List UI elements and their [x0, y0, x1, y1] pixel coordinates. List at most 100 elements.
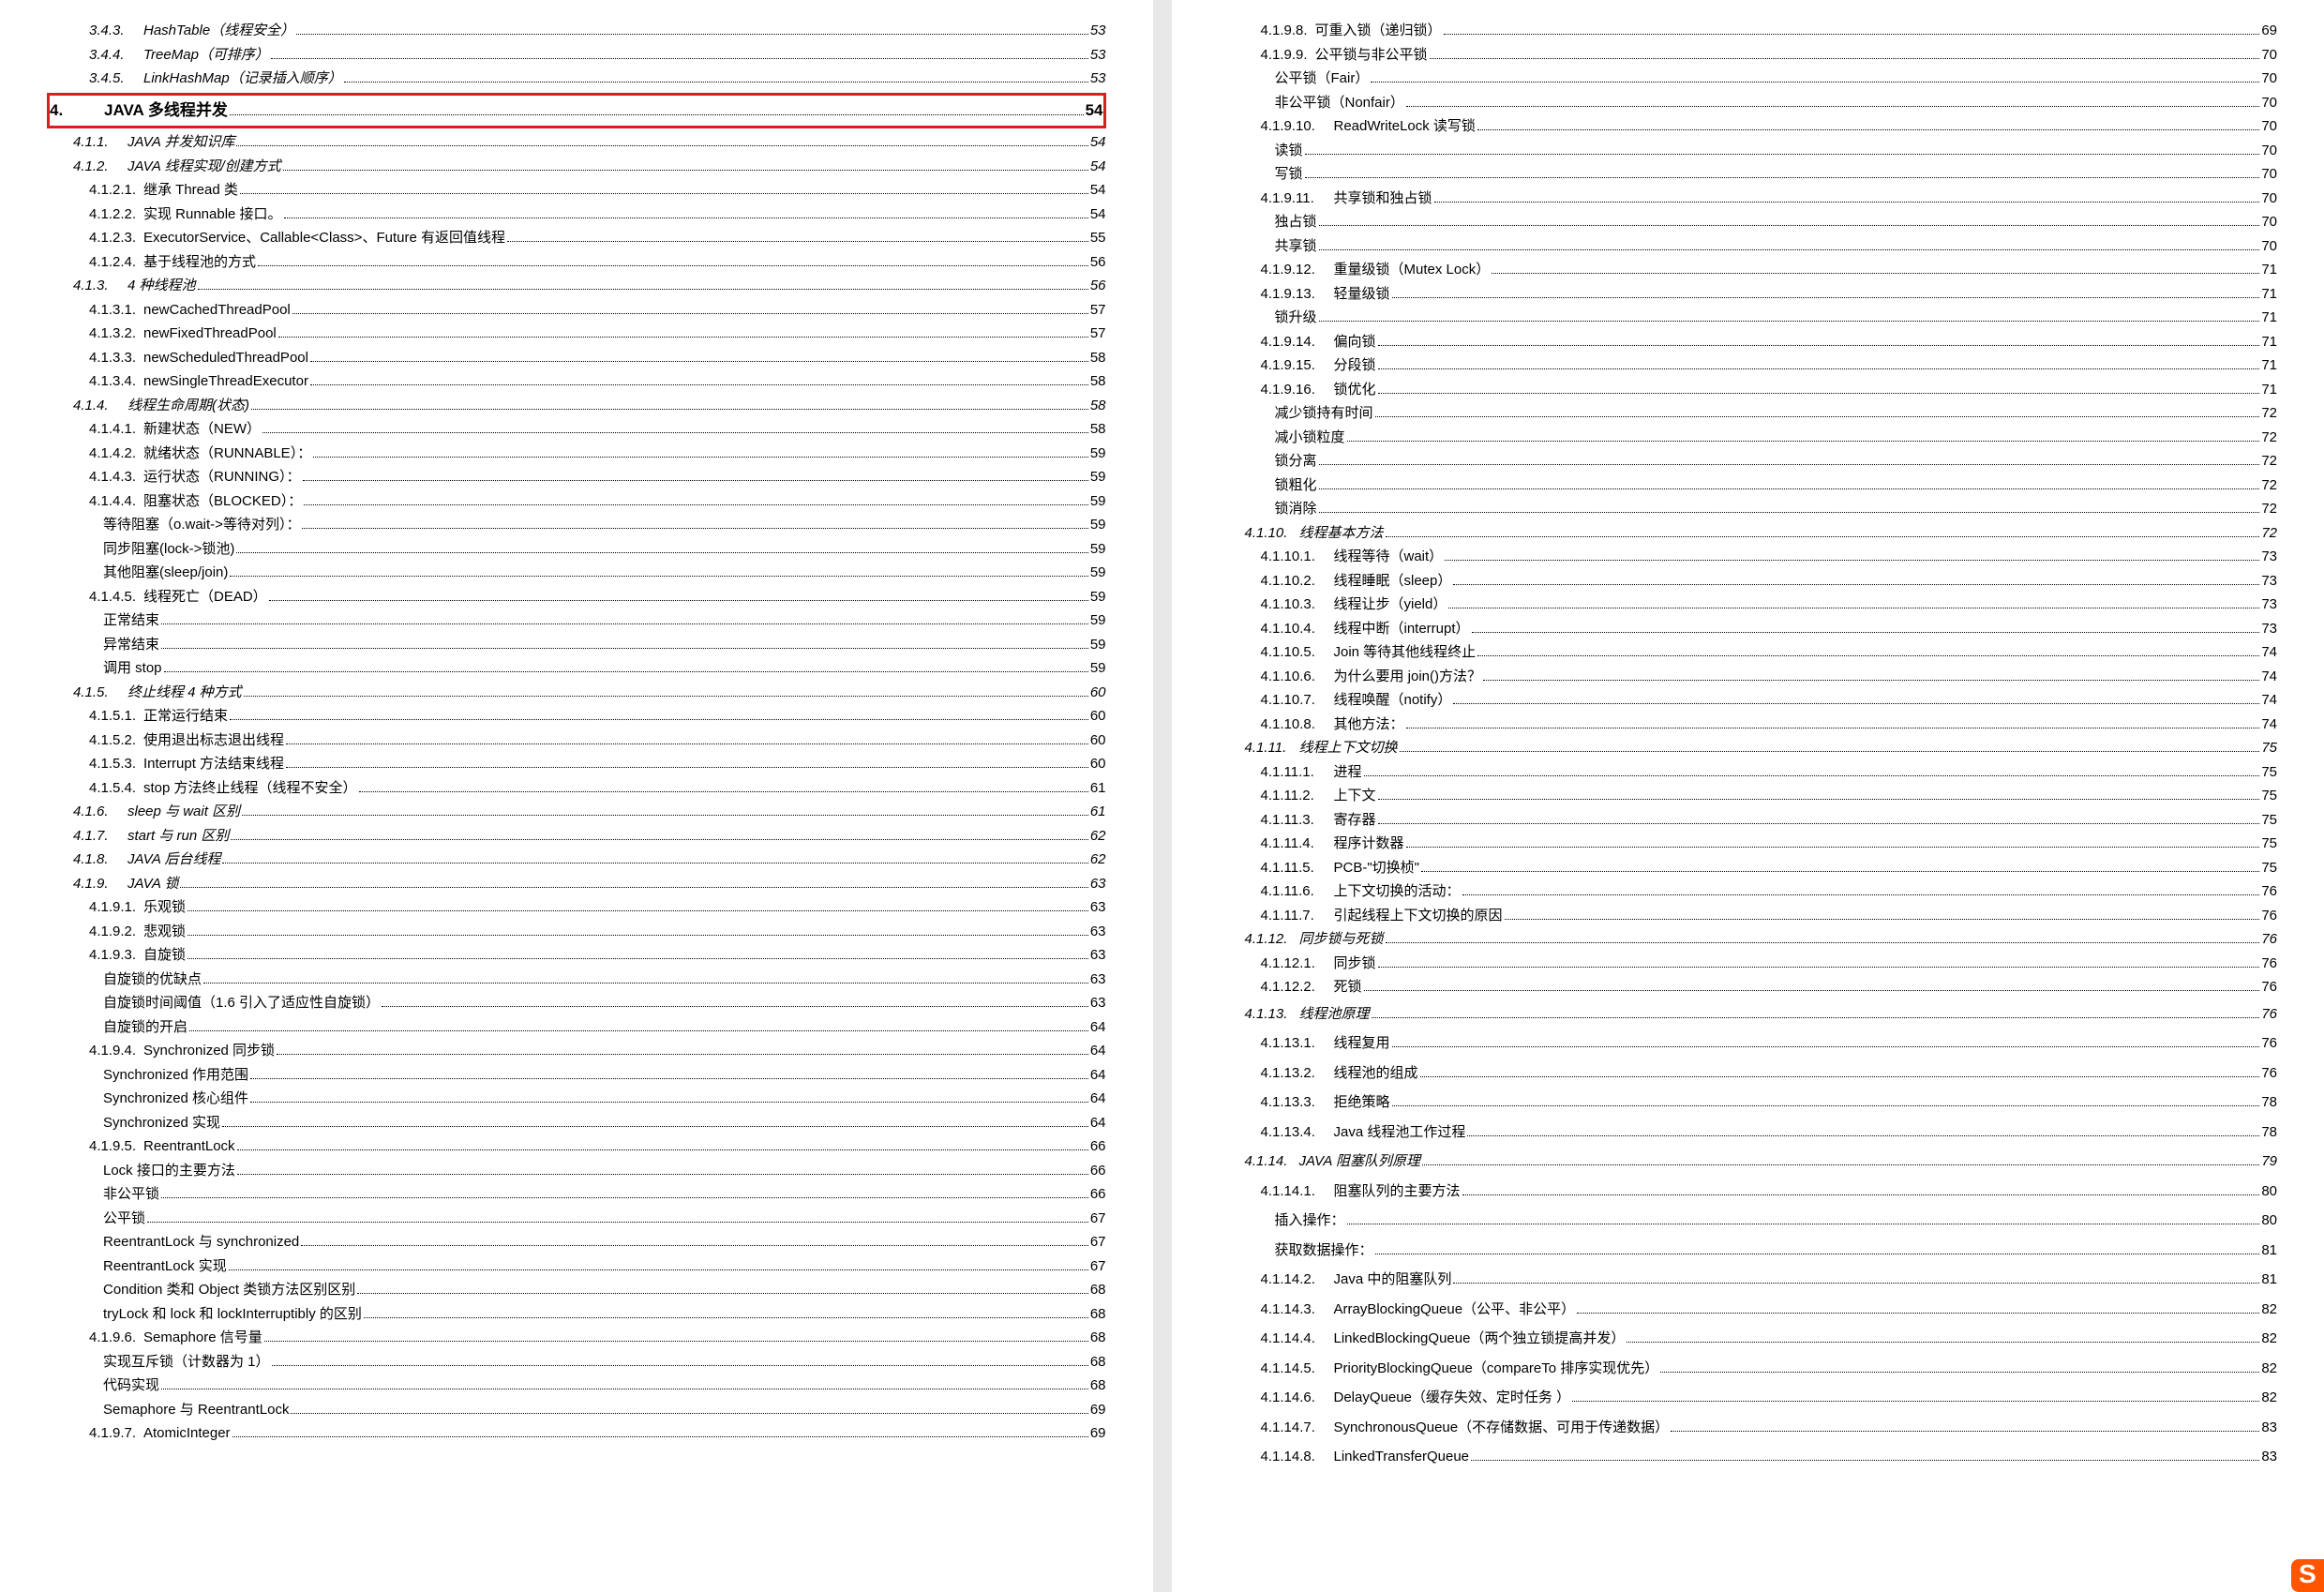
- toc-entry[interactable]: 4.1.13.1.线程复用76: [1261, 1029, 2278, 1059]
- toc-entry[interactable]: 实现互斥锁（计数器为 1）68: [103, 1350, 1106, 1374]
- toc-entry[interactable]: 4.1.3.4.newSingleThreadExecutor58: [89, 369, 1106, 394]
- toc-entry[interactable]: 4.1.11.3.寄存器75: [1261, 808, 2278, 833]
- toc-entry[interactable]: 4.1.10.1.线程等待（wait）73: [1261, 545, 2278, 569]
- toc-entry[interactable]: 4.1.1.JAVA 并发知识库54: [73, 130, 1106, 155]
- toc-entry[interactable]: 4.1.10.3.线程让步（yield）73: [1261, 593, 2278, 617]
- toc-entry[interactable]: 4.1.12.2.死锁76: [1261, 975, 2278, 999]
- toc-entry[interactable]: 4.1.4.4.阻塞状态（BLOCKED）：59: [89, 489, 1106, 514]
- toc-entry[interactable]: 获取数据操作：81: [1275, 1236, 2278, 1266]
- toc-entry[interactable]: 4.1.9.6.Semaphore 信号量68: [89, 1326, 1106, 1350]
- toc-entry[interactable]: 4.1.3.4 种线程池56: [73, 274, 1106, 298]
- toc-entry[interactable]: 4.1.11.4.程序计数器75: [1261, 832, 2278, 856]
- toc-entry[interactable]: 4.1.5.4.stop 方法终止线程（线程不安全）61: [89, 776, 1106, 801]
- toc-entry[interactable]: 调用 stop59: [103, 656, 1106, 681]
- toc-entry[interactable]: 3.4.4.TreeMap（可排序）53: [89, 43, 1106, 68]
- toc-entry[interactable]: 插入操作：80: [1275, 1206, 2278, 1236]
- toc-entry[interactable]: 等待阻塞（o.wait->等待对列）：59: [103, 513, 1106, 537]
- toc-entry[interactable]: 4.1.10.线程基本方法72: [1245, 521, 2278, 546]
- toc-entry[interactable]: 4.1.10.7.线程唤醒（notify）74: [1261, 688, 2278, 713]
- toc-entry[interactable]: 锁消除72: [1275, 497, 2278, 521]
- toc-entry[interactable]: 共享锁70: [1275, 234, 2278, 259]
- toc-entry[interactable]: 4.1.2.3.ExecutorService、Callable<Class>、…: [89, 226, 1106, 250]
- toc-entry[interactable]: 公平锁（Fair）70: [1275, 67, 2278, 91]
- toc-entry[interactable]: 4.1.9.10.ReadWriteLock 读写锁70: [1261, 114, 2278, 139]
- toc-entry[interactable]: 4.1.9.7.AtomicInteger69: [89, 1421, 1106, 1446]
- toc-entry[interactable]: 4.1.4.线程生命周期(状态)58: [73, 394, 1106, 418]
- toc-entry[interactable]: 4.1.14.7.SynchronousQueue（不存储数据、可用于传递数据）…: [1261, 1413, 2278, 1443]
- toc-entry[interactable]: 4.1.10.4.线程中断（interrupt）73: [1261, 617, 2278, 641]
- toc-entry[interactable]: 4.1.4.5.线程死亡（DEAD）59: [89, 585, 1106, 609]
- toc-entry[interactable]: 4.1.2.JAVA 线程实现/创建方式54: [73, 155, 1106, 179]
- toc-entry[interactable]: 3.4.5.LinkHashMap（记录插入顺序）53: [89, 67, 1106, 91]
- toc-entry[interactable]: 4.1.2.1.继承 Thread 类54: [89, 178, 1106, 203]
- toc-entry[interactable]: 4.1.10.6.为什么要用 join()方法？74: [1261, 665, 2278, 689]
- toc-entry[interactable]: Condition 类和 Object 类锁方法区别区别68: [103, 1278, 1106, 1302]
- toc-entry[interactable]: 读锁70: [1275, 139, 2278, 163]
- toc-entry[interactable]: 减小锁粒度72: [1275, 426, 2278, 450]
- toc-entry[interactable]: 4.1.9.15.分段锁71: [1261, 353, 2278, 378]
- toc-entry[interactable]: 4.1.5.3.Interrupt 方法结束线程60: [89, 752, 1106, 776]
- toc-entry[interactable]: 4.1.14.JAVA 阻塞队列原理79: [1245, 1147, 2278, 1177]
- toc-entry[interactable]: 4.1.11.7.引起线程上下文切换的原因76: [1261, 904, 2278, 928]
- toc-entry[interactable]: 4.1.10.8.其他方法：74: [1261, 713, 2278, 737]
- toc-entry[interactable]: 锁分离72: [1275, 449, 2278, 473]
- toc-entry[interactable]: Synchronized 实现64: [103, 1111, 1106, 1135]
- toc-entry[interactable]: Synchronized 作用范围64: [103, 1063, 1106, 1088]
- toc-entry[interactable]: 4.JAVA 多线程并发54: [50, 98, 1103, 125]
- toc-entry[interactable]: 4.1.8.JAVA 后台线程62: [73, 848, 1106, 872]
- toc-entry[interactable]: 正常结束59: [103, 608, 1106, 633]
- toc-entry[interactable]: 4.1.9.2.悲观锁63: [89, 920, 1106, 944]
- toc-entry[interactable]: 4.1.5.1.正常运行结束60: [89, 704, 1106, 728]
- toc-entry[interactable]: 锁粗化72: [1275, 473, 2278, 498]
- toc-entry[interactable]: 减少锁持有时间72: [1275, 401, 2278, 426]
- toc-entry[interactable]: 4.1.14.6.DelayQueue（缓存失效、定时任务 ）82: [1261, 1383, 2278, 1413]
- toc-entry[interactable]: 公平锁67: [103, 1207, 1106, 1231]
- toc-entry[interactable]: 4.1.14.2.Java 中的阻塞队列81: [1261, 1265, 2278, 1295]
- toc-entry[interactable]: 4.1.9.11.共享锁和独占锁70: [1261, 187, 2278, 211]
- toc-entry[interactable]: ReentrantLock 与 synchronized67: [103, 1230, 1106, 1254]
- toc-entry[interactable]: 4.1.9.16.锁优化71: [1261, 378, 2278, 402]
- toc-entry[interactable]: 锁升级71: [1275, 306, 2278, 330]
- toc-entry[interactable]: 4.1.5.终止线程 4 种方式60: [73, 681, 1106, 705]
- toc-entry[interactable]: 4.1.9.JAVA 锁63: [73, 872, 1106, 896]
- toc-entry[interactable]: 4.1.14.4.LinkedBlockingQueue（两个独立锁提高并发）8…: [1261, 1324, 2278, 1354]
- toc-entry[interactable]: 4.1.13.线程池原理76: [1245, 999, 2278, 1029]
- toc-entry[interactable]: 4.1.12.1.同步锁76: [1261, 952, 2278, 976]
- toc-entry[interactable]: 4.1.2.4.基于线程池的方式56: [89, 250, 1106, 275]
- toc-entry[interactable]: 4.1.11.5.PCB-"切换桢"75: [1261, 856, 2278, 880]
- toc-entry[interactable]: 4.1.9.9.公平锁与非公平锁70: [1261, 43, 2278, 68]
- toc-entry[interactable]: ReentrantLock 实现67: [103, 1254, 1106, 1279]
- toc-entry[interactable]: 4.1.11.2.上下文75: [1261, 784, 2278, 808]
- toc-entry[interactable]: 4.1.9.4.Synchronized 同步锁64: [89, 1039, 1106, 1063]
- toc-entry[interactable]: 4.1.10.5.Join 等待其他线程终止74: [1261, 640, 2278, 665]
- toc-entry[interactable]: 4.1.9.12.重量级锁（Mutex Lock）71: [1261, 258, 2278, 282]
- toc-entry[interactable]: 4.1.7.start 与 run 区别62: [73, 824, 1106, 849]
- toc-entry[interactable]: 4.1.14.3.ArrayBlockingQueue（公平、非公平）82: [1261, 1295, 2278, 1325]
- toc-entry[interactable]: 自旋锁的优缺点63: [103, 968, 1106, 992]
- toc-entry[interactable]: 4.1.13.2.线程池的组成76: [1261, 1059, 2278, 1089]
- toc-entry[interactable]: 4.1.11.1.进程75: [1261, 760, 2278, 785]
- toc-entry[interactable]: 4.1.12.同步锁与死锁76: [1245, 927, 2278, 952]
- toc-entry[interactable]: 4.1.9.13.轻量级锁71: [1261, 282, 2278, 307]
- toc-entry[interactable]: 自旋锁的开启64: [103, 1015, 1106, 1040]
- toc-entry[interactable]: 其他阻塞(sleep/join)59: [103, 561, 1106, 585]
- toc-entry[interactable]: 4.1.10.2.线程睡眠（sleep）73: [1261, 569, 2278, 593]
- toc-entry[interactable]: 非公平锁（Nonfair）70: [1275, 91, 2278, 115]
- toc-entry[interactable]: 4.1.9.5.ReentrantLock66: [89, 1134, 1106, 1159]
- toc-entry[interactable]: 4.1.9.3.自旋锁63: [89, 943, 1106, 968]
- toc-entry[interactable]: 4.1.9.1.乐观锁63: [89, 895, 1106, 920]
- toc-entry[interactable]: 非公平锁66: [103, 1182, 1106, 1207]
- toc-entry[interactable]: 4.1.14.8.LinkedTransferQueue83: [1261, 1442, 2278, 1472]
- toc-entry[interactable]: 3.4.3.HashTable（线程安全）53: [89, 19, 1106, 43]
- toc-entry[interactable]: 写锁70: [1275, 162, 2278, 187]
- toc-entry[interactable]: 4.1.4.2.就绪状态（RUNNABLE）：59: [89, 442, 1106, 466]
- toc-entry[interactable]: 同步阻塞(lock->锁池)59: [103, 537, 1106, 562]
- toc-entry[interactable]: 代码实现68: [103, 1374, 1106, 1398]
- toc-entry[interactable]: 4.1.13.3.拒绝策略78: [1261, 1088, 2278, 1118]
- toc-entry[interactable]: 4.1.11.线程上下文切换75: [1245, 736, 2278, 760]
- toc-entry[interactable]: 4.1.2.2.实现 Runnable 接口。54: [89, 203, 1106, 227]
- toc-entry[interactable]: 4.1.9.8.可重入锁（递归锁）69: [1261, 19, 2278, 43]
- toc-entry[interactable]: Semaphore 与 ReentrantLock69: [103, 1398, 1106, 1422]
- toc-entry[interactable]: 4.1.3.3.newScheduledThreadPool58: [89, 346, 1106, 370]
- toc-entry[interactable]: 4.1.9.14.偏向锁71: [1261, 330, 2278, 354]
